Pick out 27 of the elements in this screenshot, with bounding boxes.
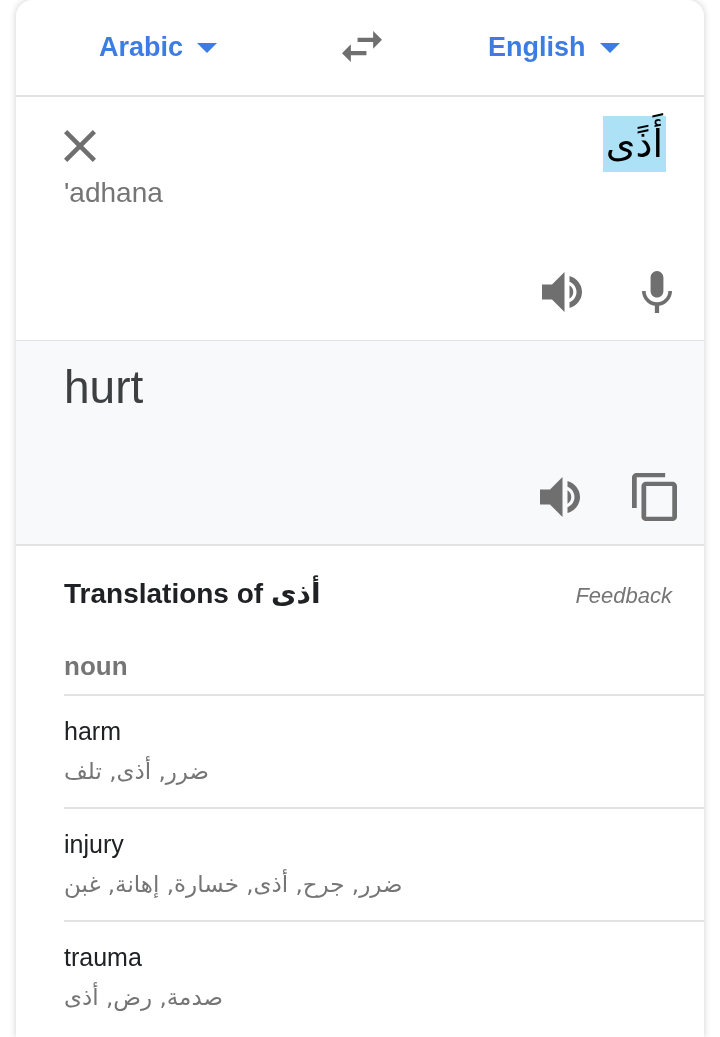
translation-text: hurt [64,361,145,413]
dictionary-title: Translations of أذى [64,574,321,614]
speaker-icon [540,477,580,517]
microphone-icon [642,271,672,313]
synonyms-text: ضرر, جرح, أذى, خسارة, إهانة, غبن [64,868,403,900]
transliteration-text: 'adhana [64,176,163,210]
translation-word: trauma [64,942,142,973]
feedback-link[interactable]: Feedback [575,583,672,609]
close-icon [64,130,96,162]
synonyms-text: ضرر, أذى, تلف [64,755,210,787]
synonyms-text: صدمة, رض, أذى [64,981,224,1013]
caret-icon [197,42,218,53]
copy-icon [632,473,677,521]
close-button[interactable] [64,130,96,162]
microphone-button[interactable] [642,271,672,313]
caret-icon [599,42,620,53]
translation-word: injury [64,829,124,860]
copy-button[interactable] [632,473,677,521]
part-of-speech-label: noun [64,650,129,683]
listen-button[interactable] [540,477,580,517]
listen-button[interactable] [542,272,582,312]
swap-languages-button[interactable] [342,30,383,62]
swap-icon [342,30,383,62]
target-language-button[interactable]: English [488,32,620,63]
speaker-icon [542,272,582,312]
source-language-button[interactable]: Arabic [99,32,218,63]
translation-word: harm [64,716,121,747]
